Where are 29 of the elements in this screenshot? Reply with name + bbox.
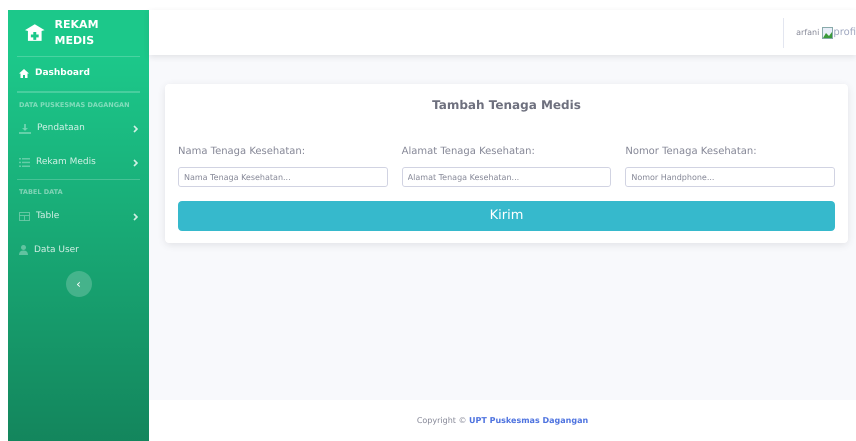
footer-link[interactable]: UPT Puskesmas Dagangan (469, 416, 588, 424)
broken-image-icon (822, 26, 834, 38)
field-label: Nomor Tenaga Kesehatan: (625, 145, 758, 159)
home-icon (19, 69, 29, 78)
list-icon (19, 158, 30, 167)
input-field[interactable]: Nomor Handphone... (625, 167, 836, 187)
chevron-icon (133, 125, 138, 133)
sidebar-item[interactable]: Dashboard (17, 57, 140, 90)
sidebar-item[interactable]: Data User (17, 234, 140, 267)
user-icon (19, 245, 28, 256)
field-label: Nama Tenaga Kesehatan: (178, 145, 306, 159)
input-field[interactable]: Nama Tenaga Kesehatan... (178, 167, 388, 187)
chevron-icon (133, 158, 138, 166)
input-field[interactable]: Alamat Tenaga Kesehatan... (402, 167, 612, 187)
brand-name[interactable]: REKAM MEDIS (54, 16, 140, 50)
sidebar-item[interactable]: Pendataan (17, 112, 140, 146)
submit-button[interactable]: Kirim (178, 201, 835, 231)
logo-icon (25, 24, 45, 42)
upload-icon (19, 124, 31, 134)
user-name[interactable]: arfani (796, 26, 820, 38)
sidebar-item[interactable]: Rekam Medis (17, 146, 140, 180)
avatar-alt-text: profi (833, 26, 856, 40)
sidebar-item[interactable]: Table (17, 200, 140, 234)
chevron-icon (133, 212, 138, 221)
field-label: Alamat Tenaga Kesehatan: (402, 145, 536, 159)
table-icon (19, 212, 30, 222)
sidebar-toggle-button[interactable]: ‹ (66, 271, 92, 297)
form-title: Tambah Tenaga Medis (431, 97, 582, 114)
copyright-text: Copyright © UPT Puskesmas Dagangan (416, 414, 588, 426)
